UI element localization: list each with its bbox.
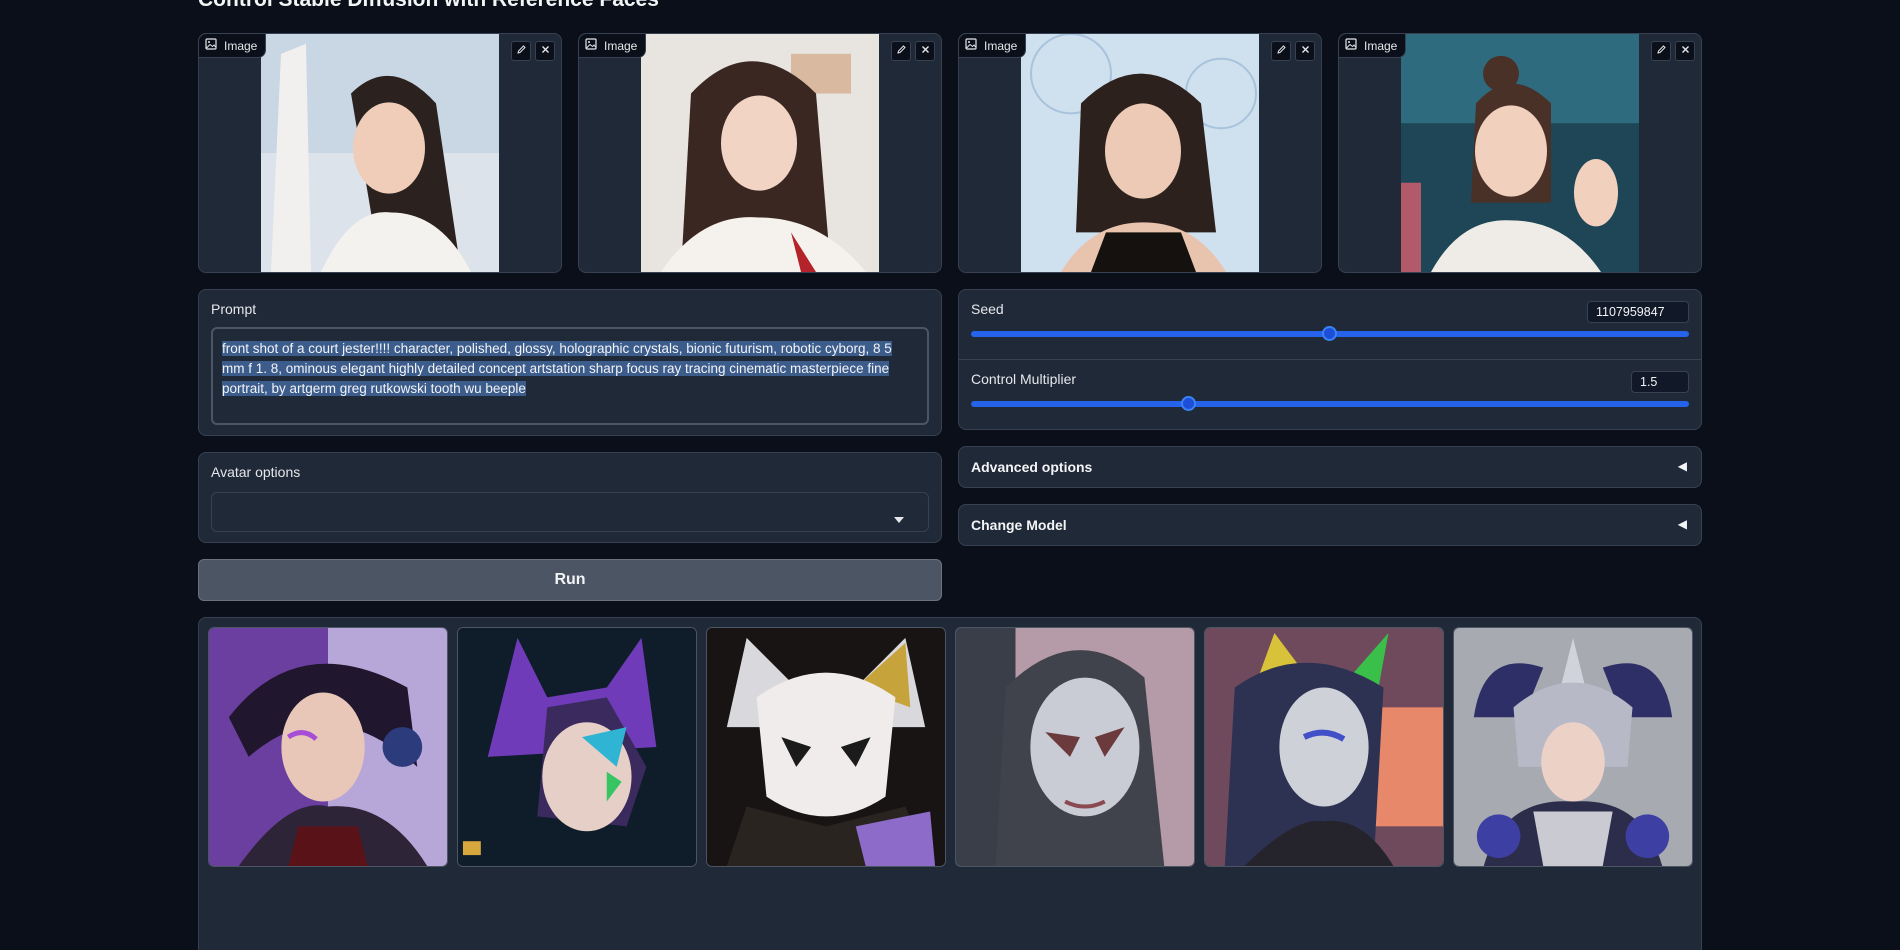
reference-image-4[interactable]: Image xyxy=(1338,33,1702,273)
avatar-options-panel: Avatar options xyxy=(198,452,942,543)
edit-image-button[interactable] xyxy=(891,41,911,61)
reference-image-1[interactable]: Image xyxy=(198,33,562,273)
close-icon xyxy=(540,42,551,60)
gallery-image-2[interactable] xyxy=(457,627,697,867)
reference-face-photo xyxy=(641,34,879,272)
change-model-label: Change Model xyxy=(971,517,1067,533)
seed-slider-thumb[interactable] xyxy=(1322,326,1337,341)
image-icon xyxy=(1345,38,1357,53)
close-icon xyxy=(1680,42,1691,60)
advanced-options-accordion[interactable]: Advanced options ◀ xyxy=(958,446,1702,488)
reference-image-2[interactable]: Image xyxy=(578,33,942,273)
gallery-image-6[interactable] xyxy=(1453,627,1693,867)
avatar-options-label: Avatar options xyxy=(211,464,301,480)
prompt-label: Prompt xyxy=(211,301,257,317)
image-label: Image xyxy=(959,34,1027,58)
clear-image-button[interactable] xyxy=(1295,41,1315,61)
clear-image-button[interactable] xyxy=(915,41,935,61)
advanced-options-label: Advanced options xyxy=(971,459,1093,475)
image-icon xyxy=(585,38,597,53)
avatar-options-dropdown[interactable] xyxy=(211,492,929,532)
reference-face-photo xyxy=(1401,34,1639,272)
seed-label: Seed xyxy=(971,301,1004,317)
image-label: Image xyxy=(1339,34,1407,58)
caret-down-icon xyxy=(894,510,904,528)
reference-face-photo xyxy=(261,34,499,272)
control-multiplier-slider[interactable] xyxy=(971,401,1689,407)
pencil-icon xyxy=(516,42,527,60)
collapse-arrow-icon: ◀ xyxy=(1677,517,1687,531)
image-label: Image xyxy=(579,34,647,58)
control-multiplier-slider-thumb[interactable] xyxy=(1181,396,1196,411)
gallery-image-5[interactable] xyxy=(1204,627,1444,867)
output-gallery xyxy=(198,617,1702,950)
control-multiplier-input[interactable]: 1.5 xyxy=(1631,371,1689,393)
close-icon xyxy=(920,42,931,60)
reference-face-photo xyxy=(1021,34,1259,272)
control-multiplier-label: Control Multiplier xyxy=(971,371,1077,387)
image-icon xyxy=(965,38,977,53)
edit-image-button[interactable] xyxy=(511,41,531,61)
sliders-panel: Seed 1107959847 Control Multiplier 1.5 xyxy=(958,289,1702,430)
page-title: Control Stable Diffusion with Reference … xyxy=(198,0,659,12)
seed-input[interactable]: 1107959847 xyxy=(1587,301,1689,323)
close-icon xyxy=(1300,42,1311,60)
prompt-panel: Prompt front shot of a court jester!!!! … xyxy=(198,289,942,436)
gallery-image-1[interactable] xyxy=(208,627,448,867)
gallery-image-3[interactable] xyxy=(706,627,946,867)
edit-image-button[interactable] xyxy=(1651,41,1671,61)
reference-image-3[interactable]: Image xyxy=(958,33,1322,273)
edit-image-button[interactable] xyxy=(1271,41,1291,61)
pencil-icon xyxy=(896,42,907,60)
change-model-accordion[interactable]: Change Model ◀ xyxy=(958,504,1702,546)
clear-image-button[interactable] xyxy=(535,41,555,61)
collapse-arrow-icon: ◀ xyxy=(1677,459,1687,473)
image-label: Image xyxy=(199,34,267,58)
pencil-icon xyxy=(1656,42,1667,60)
gallery-image-4[interactable] xyxy=(955,627,1195,867)
pencil-icon xyxy=(1276,42,1287,60)
clear-image-button[interactable] xyxy=(1675,41,1695,61)
prompt-textarea[interactable]: front shot of a court jester!!!! charact… xyxy=(211,327,929,425)
image-icon xyxy=(205,38,217,53)
run-button[interactable]: Run xyxy=(198,559,942,601)
